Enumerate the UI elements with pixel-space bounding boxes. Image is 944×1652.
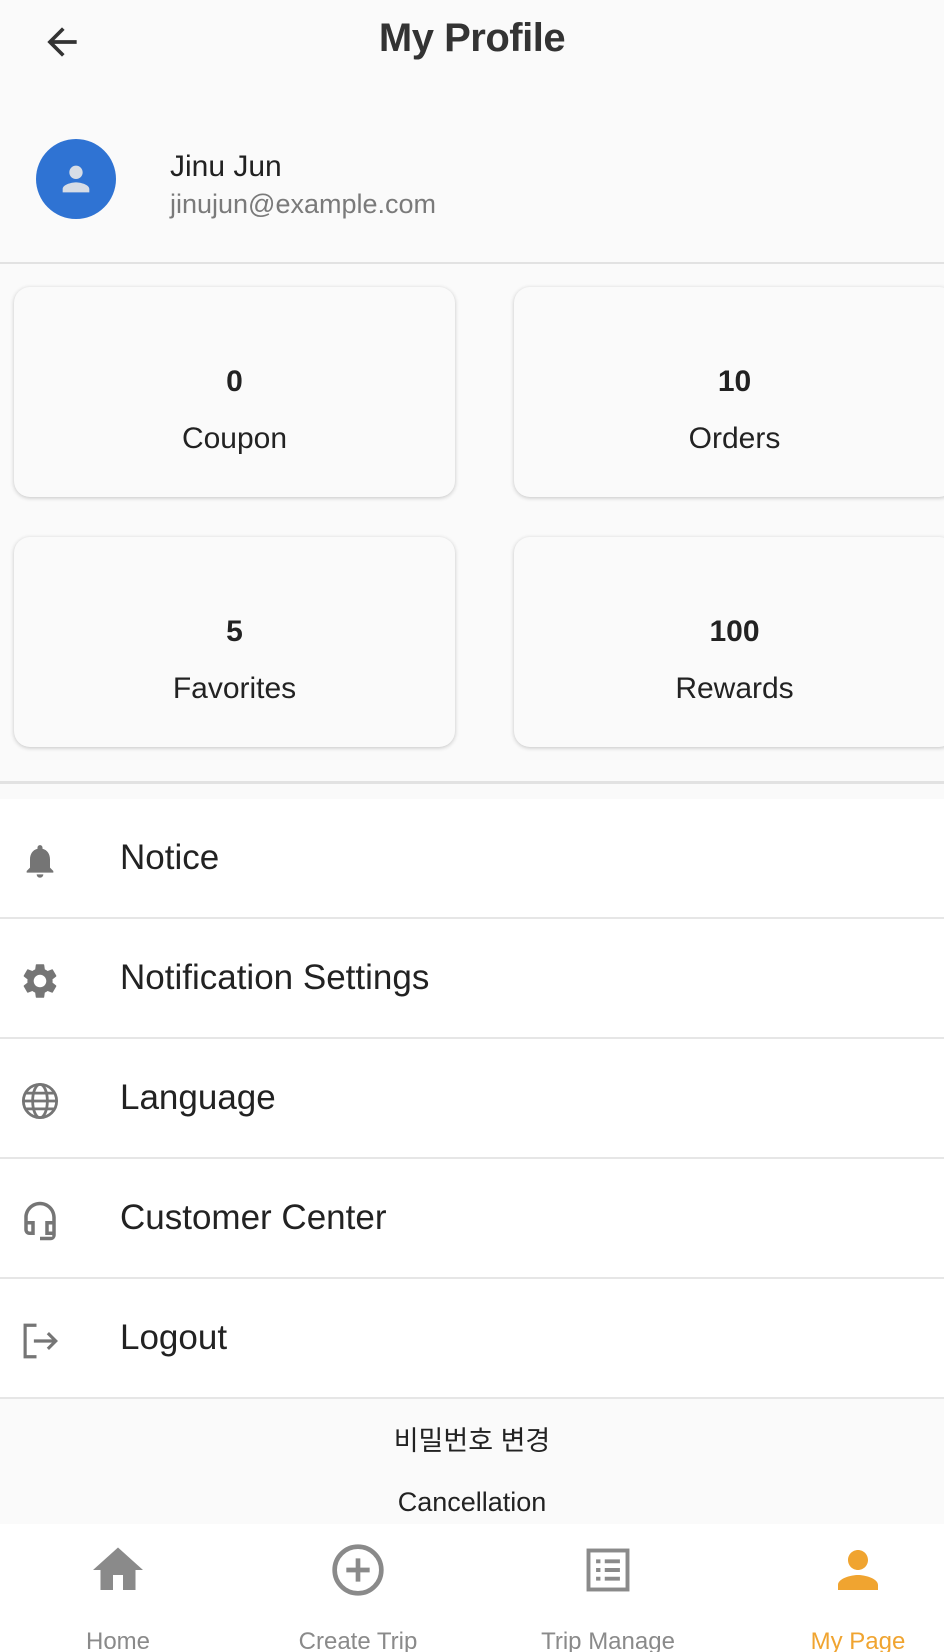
stats-grid: 0 Coupon 10 Orders 5 Favorites 100 Rewar… bbox=[0, 266, 944, 784]
add-circle-icon bbox=[240, 1542, 476, 1598]
stat-card-coupon[interactable]: 0 Coupon bbox=[14, 287, 455, 497]
page-title: My Profile bbox=[378, 16, 566, 60]
nav-item-home[interactable]: Home bbox=[0, 1524, 236, 1652]
stat-card-favorites[interactable]: 5 Favorites bbox=[14, 537, 455, 747]
list-icon bbox=[490, 1542, 726, 1598]
bell-icon bbox=[18, 839, 62, 883]
stat-value: 0 bbox=[226, 365, 243, 398]
stat-label: Coupon bbox=[181, 422, 288, 455]
person-icon bbox=[740, 1542, 944, 1598]
menu-item-notification-settings[interactable]: Notification Settings bbox=[0, 919, 944, 1039]
profile-header: Jinu Jun jinujun@example.com bbox=[0, 86, 944, 264]
stat-card-rewards[interactable]: 100 Rewards bbox=[514, 537, 944, 747]
user-email: jinujun@example.com bbox=[170, 189, 437, 219]
menu-label: Notice bbox=[120, 838, 220, 877]
stat-card-orders[interactable]: 10 Orders bbox=[514, 287, 944, 497]
stat-value: 100 bbox=[709, 615, 760, 648]
menu-label: Notification Settings bbox=[120, 958, 430, 997]
globe-icon bbox=[18, 1079, 62, 1123]
menu-label: Logout bbox=[120, 1318, 228, 1357]
user-name: Jinu Jun bbox=[170, 150, 282, 183]
nav-label: Trip Manage bbox=[541, 1628, 675, 1652]
nav-item-create-trip[interactable]: Create Trip bbox=[240, 1524, 476, 1652]
logout-icon bbox=[18, 1319, 62, 1363]
avatar bbox=[36, 139, 116, 219]
stat-label: Rewards bbox=[675, 672, 794, 705]
app-bar: My Profile bbox=[0, 0, 944, 86]
nav-label: My Page bbox=[810, 1628, 906, 1652]
stat-label: Favorites bbox=[172, 672, 297, 705]
nav-item-trip-manage[interactable]: Trip Manage bbox=[490, 1524, 726, 1652]
menu-item-logout[interactable]: Logout bbox=[0, 1279, 944, 1399]
gear-icon bbox=[18, 959, 62, 1003]
person-icon bbox=[62, 165, 90, 193]
menu-label: Language bbox=[120, 1078, 276, 1117]
menu-item-customer-center[interactable]: Customer Center bbox=[0, 1159, 944, 1279]
stat-value: 10 bbox=[717, 365, 752, 398]
change-password-link[interactable]: 비밀번호 변경 bbox=[0, 1419, 944, 1458]
nav-label: Home bbox=[85, 1628, 151, 1652]
headset-icon bbox=[18, 1199, 62, 1243]
stat-value: 5 bbox=[226, 615, 243, 648]
menu-item-language[interactable]: Language bbox=[0, 1039, 944, 1159]
stat-label: Orders bbox=[688, 422, 781, 455]
cancellation-link[interactable]: Cancellation bbox=[0, 1487, 944, 1518]
menu-label: Customer Center bbox=[120, 1198, 387, 1237]
footer-links: 비밀번호 변경 Cancellation bbox=[0, 1399, 944, 1524]
nav-label: Create Trip bbox=[298, 1628, 418, 1652]
bottom-navigation: Home Create Trip Trip Manage My Page bbox=[0, 1524, 944, 1652]
nav-item-my-page[interactable]: My Page bbox=[740, 1524, 944, 1652]
home-icon bbox=[0, 1542, 236, 1598]
settings-menu: Notice Notification Settings Language Cu… bbox=[0, 799, 944, 1399]
menu-item-notice[interactable]: Notice bbox=[0, 799, 944, 919]
